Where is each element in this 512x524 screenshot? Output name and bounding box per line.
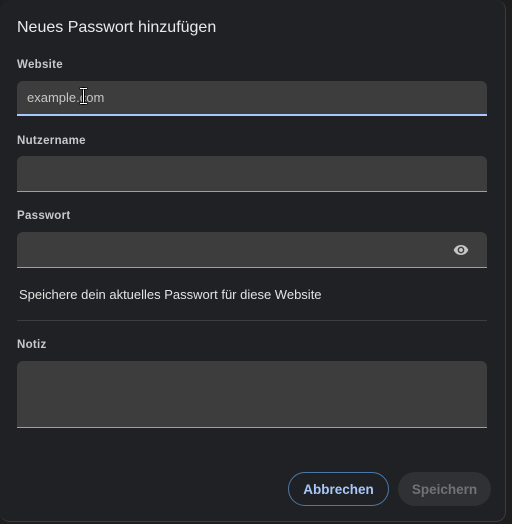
website-field[interactable] [17,81,487,116]
dialog-title: Neues Passwort hinzufügen [17,19,217,36]
username-label: Nutzername [17,135,86,147]
password-hint: Speichere dein aktuelles Passwort für di… [19,287,322,302]
username-input[interactable] [27,156,447,191]
add-password-dialog: Neues Passwort hinzufügen Website Nutzer… [0,0,506,522]
eye-icon[interactable] [453,242,469,258]
password-label: Passwort [17,210,71,222]
save-button[interactable]: Speichern [398,472,491,506]
divider [17,320,487,321]
note-label: Notiz [17,339,47,351]
website-label: Website [17,59,63,71]
username-field[interactable] [17,156,487,192]
password-field[interactable] [17,232,487,268]
text-cursor-icon [80,88,87,104]
note-field[interactable] [17,361,487,428]
password-input[interactable] [27,232,447,267]
website-input[interactable] [27,81,447,114]
note-textarea[interactable] [27,369,447,427]
cancel-button[interactable]: Abbrechen [288,472,389,506]
